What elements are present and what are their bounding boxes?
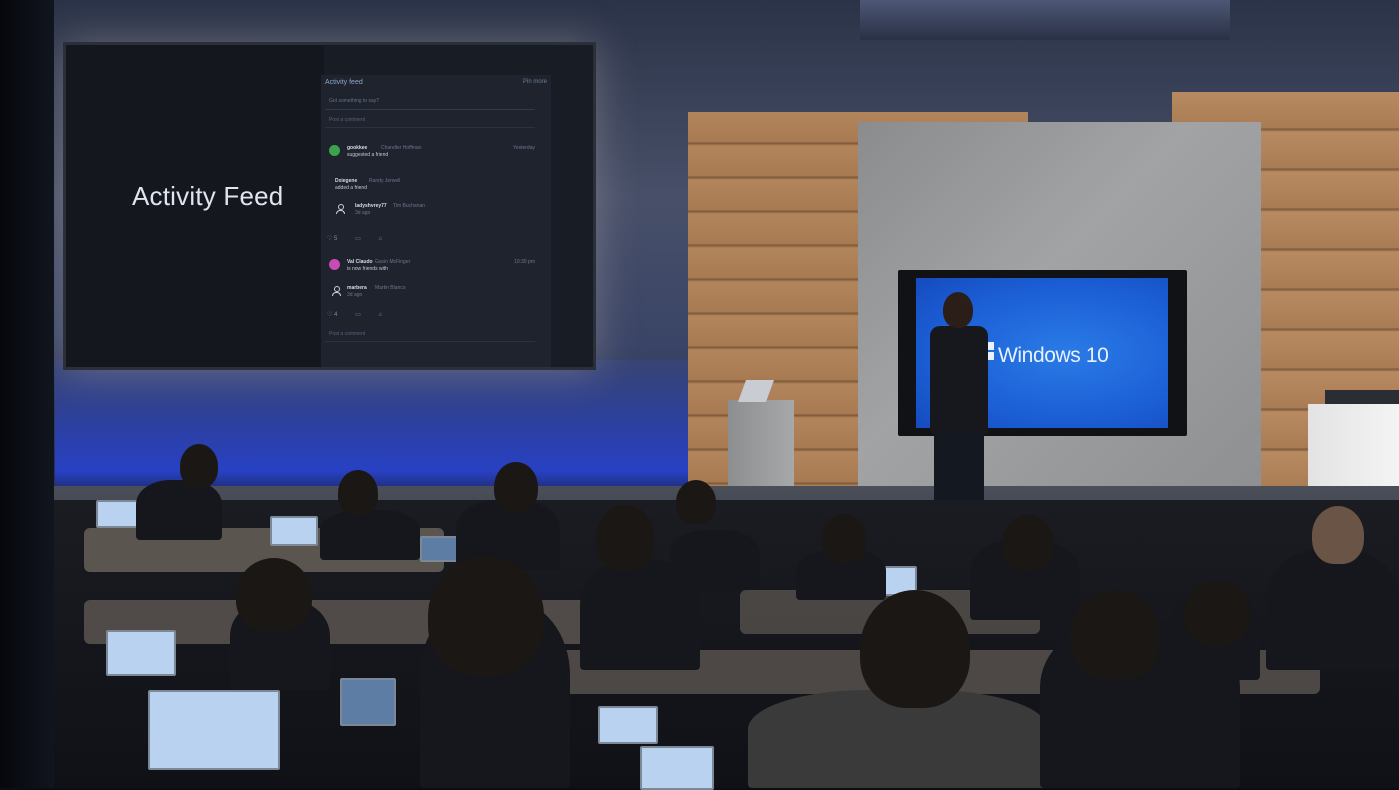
laptop — [598, 706, 658, 744]
audience-member — [136, 480, 222, 540]
feed-item-meta: Tim Buchanan — [393, 203, 426, 209]
projection-title: Activity Feed — [132, 181, 284, 211]
reaction-row: ♡ 4 ▭ ⌂ — [327, 311, 398, 318]
tv-brand-text: Windows 10 — [998, 344, 1109, 367]
app-header: Activity feed — [325, 79, 363, 86]
comment-field: Post a comment — [325, 115, 535, 128]
person-icon — [331, 286, 341, 296]
feed-item-name: marbera — [347, 285, 367, 291]
keynote-stage-photo: Activity Feed Activity feed Pin more Got… — [0, 0, 1399, 790]
audience-head — [494, 462, 538, 512]
audience-member — [670, 530, 760, 590]
feed-item-meta: Gavin McFinger — [375, 259, 411, 265]
audience-head — [676, 480, 716, 524]
audience-head — [1002, 515, 1054, 571]
ceiling-light-panel — [860, 0, 1230, 40]
comment-icon: ▭ — [355, 312, 361, 318]
footer-comment-field: Post a comment — [325, 329, 535, 342]
feed-item-name: Dxiegene — [335, 178, 358, 184]
laptop — [148, 690, 280, 770]
feed-item-name: gookkee — [347, 145, 368, 151]
projection-title-panel: Activity Feed — [66, 45, 324, 367]
feed-item-name: ladyshvrey77 — [355, 203, 387, 209]
like-count: ♡ 4 — [327, 312, 338, 318]
audience-head — [338, 470, 378, 516]
left-pillar — [0, 0, 54, 788]
audience-head — [1184, 580, 1250, 646]
presenter-head — [943, 292, 973, 328]
laptop — [106, 630, 176, 676]
share-icon: ⌂ — [378, 236, 383, 242]
share-icon: ⌂ — [378, 312, 383, 318]
compose-placeholder: Got something to say? — [329, 98, 380, 104]
blue-wall-light — [55, 360, 695, 490]
person-icon — [335, 204, 345, 214]
footer-comment-placeholder: Post a comment — [329, 331, 366, 337]
audience-head — [180, 444, 218, 488]
audience-head — [596, 505, 654, 571]
laptop — [420, 536, 460, 562]
laptop — [340, 678, 396, 726]
laptop — [270, 516, 318, 546]
feed-item-meta: Randy Jerwell — [369, 178, 401, 184]
like-count: ♡ 5 — [327, 236, 338, 242]
feed-item-action: added a friend — [335, 185, 367, 191]
feed-item-name: Val Claudo — [347, 259, 373, 265]
audience-head — [428, 556, 544, 676]
feed-item-age: 3d ago — [347, 292, 363, 298]
activity-feed-app: Activity feed Pin more Got something to … — [321, 75, 551, 367]
feed-item-time: Yesterday — [512, 145, 535, 151]
feed-item-time: 10:30 pm — [514, 259, 535, 265]
audience-head — [236, 558, 312, 632]
audience-head — [860, 590, 970, 708]
audience-member — [320, 510, 420, 560]
feed-item-action: is now friends with — [347, 266, 388, 272]
avatar — [329, 145, 340, 156]
audience-head — [822, 514, 866, 564]
reaction-row: ♡ 5 ▭ ⌂ — [327, 235, 398, 242]
presenter — [930, 326, 988, 434]
feed-item-action: suggested a friend — [347, 152, 389, 158]
app-header-action: Pin more — [522, 79, 547, 85]
comment-placeholder: Post a comment — [329, 117, 366, 123]
projection-screen: Activity Feed Activity feed Pin more Got… — [63, 42, 596, 370]
feed-item-meta: Martin Blanco — [375, 285, 406, 291]
feed-item-age: 3d ago — [355, 210, 371, 216]
audience-head — [1312, 506, 1364, 564]
laptop — [640, 746, 714, 790]
laptop — [96, 500, 140, 528]
feed-item-meta: Chandler Hoffman — [381, 145, 422, 151]
audience-member — [1266, 550, 1399, 670]
avatar — [329, 259, 340, 270]
compose-field: Got something to say? — [325, 95, 535, 110]
audience-head — [1070, 590, 1160, 680]
comment-icon: ▭ — [355, 236, 361, 242]
